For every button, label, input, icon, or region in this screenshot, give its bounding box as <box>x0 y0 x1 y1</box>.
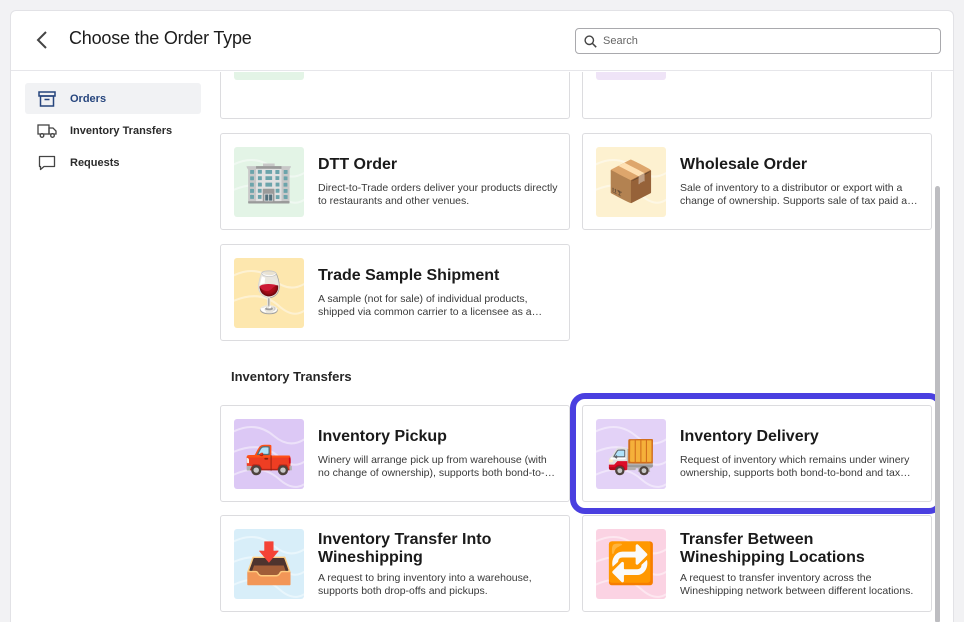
sidebar-item-requests[interactable]: Requests <box>25 147 201 178</box>
back-button[interactable] <box>31 28 53 52</box>
card-thumbnail: 📦 <box>596 147 666 217</box>
sidebar-item-label: Orders <box>70 92 107 105</box>
sidebar: Orders Inventory Transfers Requests <box>25 83 201 179</box>
card-description: A request to bring inventory into a ware… <box>318 572 532 597</box>
card-title: Inventory Transfer Into Wineshipping <box>318 531 492 566</box>
sidebar-item-label: Requests <box>70 156 120 169</box>
card-thumbnail: 🏢 <box>234 147 304 217</box>
header: Choose the Order Type <box>11 11 953 71</box>
card-description: A request to transfer inventory across t… <box>680 572 914 597</box>
card-title: DTT Order <box>318 156 398 173</box>
card-title: Trade Sample Shipment <box>318 267 500 284</box>
search-box[interactable] <box>575 28 941 54</box>
card-thumbnail: 📥 <box>234 529 304 599</box>
card-description: Direct-to-Trade orders deliver your prod… <box>318 182 558 207</box>
card-thumbnail <box>596 72 666 80</box>
sidebar-item-inventory-transfers[interactable]: Inventory Transfers <box>25 115 201 146</box>
order-type-dialog: Choose the Order Type Orders Inventory T… <box>10 10 954 622</box>
order-card-partial-right[interactable] <box>582 72 932 119</box>
card-description: A sample (not for sale) of individual pr… <box>318 293 532 318</box>
transfer-card-transfer-between-wineshipping-locations[interactable]: 🔁 Transfer Between Wineshipping Location… <box>582 515 932 612</box>
search-input[interactable] <box>603 35 923 47</box>
card-thumbnail: 🔁 <box>596 529 666 599</box>
chat-bubble-icon <box>37 154 57 172</box>
card-title: Wholesale Order <box>680 156 808 173</box>
order-card-dtt-order[interactable]: 🏢 DTT Order Direct-to-Trade orders deliv… <box>220 133 570 230</box>
section-title-inventory-transfers: Inventory Transfers <box>231 369 352 384</box>
card-thumbnail: 🚚 <box>596 419 666 489</box>
delivery-truck-icon: 🚚 <box>606 431 656 477</box>
transfer-card-inventory-pickup[interactable]: 🛻 Inventory Pickup Winery will arrange p… <box>220 405 570 502</box>
chevron-left-icon <box>36 31 47 49</box>
transfer-card-inventory-transfer-into-wineshipping[interactable]: 📥 Inventory Transfer Into Wineshipping A… <box>220 515 570 612</box>
transfer-card-inventory-delivery[interactable]: 🚚 Inventory Delivery Request of inventor… <box>570 393 939 514</box>
pickup-truck-icon: 🛻 <box>244 431 294 477</box>
page-title: Choose the Order Type <box>69 28 252 48</box>
sidebar-item-label: Inventory Transfers <box>70 124 173 137</box>
card-title: Transfer Between Wineshipping Locations <box>680 531 865 566</box>
packages-icon: 📦 <box>606 159 656 205</box>
office-building-icon: 🏢 <box>244 159 294 205</box>
order-type-list: 🏢 DTT Order Direct-to-Trade orders deliv… <box>209 72 939 622</box>
sidebar-item-orders[interactable]: Orders <box>25 83 201 114</box>
card-thumbnail: 🍷 <box>234 258 304 328</box>
card-title: Inventory Delivery <box>680 428 819 445</box>
order-card-wholesale-order[interactable]: 📦 Wholesale Order Sale of inventory to a… <box>582 133 932 230</box>
order-card-partial-left[interactable] <box>220 72 570 119</box>
card-description: Request of inventory which remains under… <box>680 454 910 479</box>
wine-glass-icon: 🍷 <box>244 270 294 316</box>
search-icon <box>584 34 597 48</box>
card-description: Winery will arrange pick up from warehou… <box>318 454 547 479</box>
archive-box-icon <box>37 90 57 108</box>
repeat-arrows-icon: 🔁 <box>606 541 656 587</box>
truck-icon <box>37 122 57 140</box>
card-thumbnail <box>234 72 304 80</box>
card-description: Sale of inventory to a distributor or ex… <box>680 182 919 207</box>
inbox-tray-icon: 📥 <box>244 541 294 587</box>
order-card-trade-sample-shipment[interactable]: 🍷 Trade Sample Shipment A sample (not fo… <box>220 244 570 341</box>
card-thumbnail: 🛻 <box>234 419 304 489</box>
scrollbar-thumb[interactable] <box>935 186 940 622</box>
card-title: Inventory Pickup <box>318 428 447 445</box>
